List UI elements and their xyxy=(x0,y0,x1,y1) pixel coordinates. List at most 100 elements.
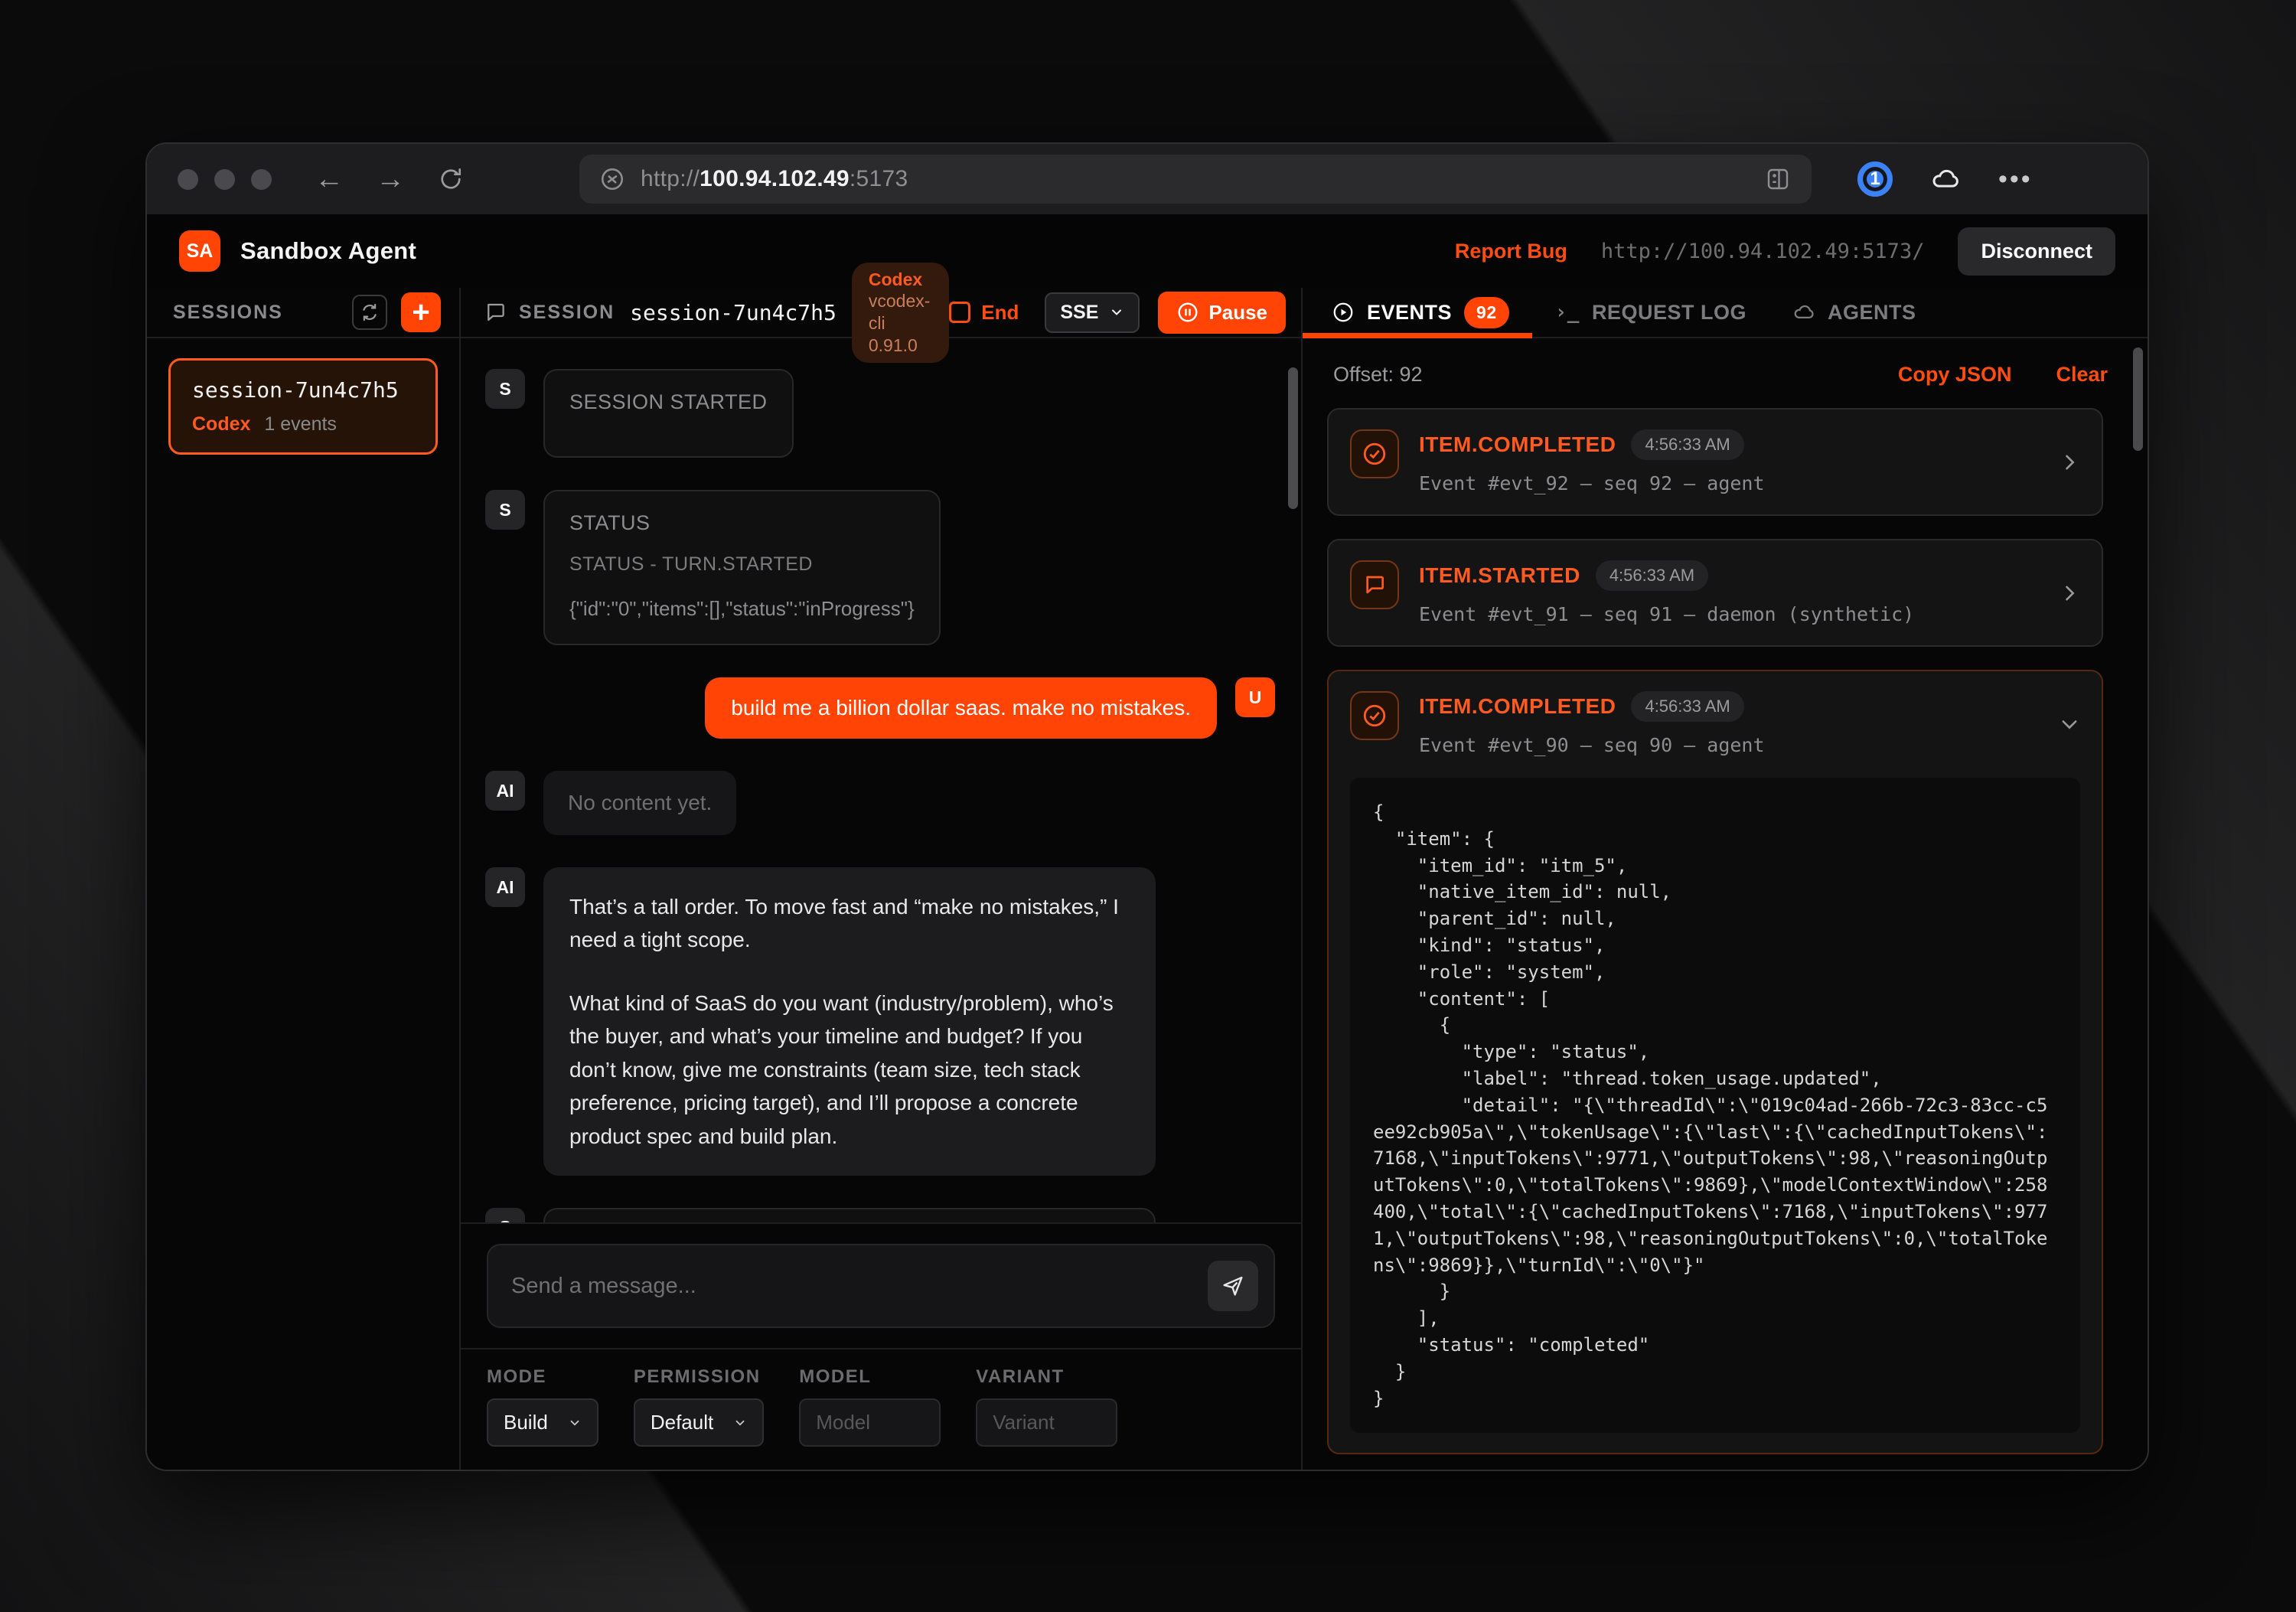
event-card[interactable]: ITEM.COMPLETED 4:56:33 AM Event #evt_92 … xyxy=(1327,408,2103,516)
chat-scrollbar[interactable] xyxy=(1288,367,1298,509)
system-avatar: S xyxy=(485,490,525,530)
system-message: S STATUS STATUS - TURN.STARTED {"id":"0"… xyxy=(485,490,1275,645)
event-card-expanded[interactable]: ITEM.COMPLETED 4:56:33 AM Event #evt_90 … xyxy=(1327,670,2103,1454)
event-meta: Event #evt_91 — seq 91 — daemon (synthet… xyxy=(1419,603,2047,625)
offset-label: Offset: 92 xyxy=(1333,363,1423,387)
send-button[interactable] xyxy=(1208,1261,1258,1311)
password-manager-icon[interactable]: 1 xyxy=(1857,162,1893,197)
sessions-sidebar: SESSIONS + session-7un4c7h5 Codex 1 even… xyxy=(147,288,461,1470)
message-list[interactable]: S SESSION STARTED S STATUS STATUS - TURN… xyxy=(461,338,1301,1222)
system-avatar: S xyxy=(485,1208,525,1222)
reload-icon xyxy=(437,165,465,193)
permission-label: PERMISSION xyxy=(634,1366,764,1388)
sidebar-toggle-icon[interactable] xyxy=(1764,165,1792,193)
message-bubble: STATUS STATUS - TURN.STARTED {"id":"0","… xyxy=(543,490,941,645)
variant-label: VARIANT xyxy=(976,1366,1117,1388)
ai-avatar: AI xyxy=(485,771,525,811)
url-text: http://100.94.102.49:5173 xyxy=(641,166,908,192)
transport-select[interactable]: SSE xyxy=(1045,292,1140,333)
message-input[interactable] xyxy=(511,1274,1208,1299)
event-time: 4:56:33 AM xyxy=(1631,429,1743,460)
message-bubble-icon xyxy=(1350,560,1399,609)
link-icon xyxy=(599,166,625,192)
ai-message: AI No content yet. xyxy=(485,771,1275,835)
check-circle-icon xyxy=(1350,429,1399,478)
play-circle-icon xyxy=(1332,301,1355,324)
session-header-label: SESSION xyxy=(519,302,615,324)
copy-json-button[interactable]: Copy JSON xyxy=(1898,363,2012,387)
end-checkbox[interactable] xyxy=(949,302,970,323)
end-toggle[interactable]: End xyxy=(949,301,1019,325)
tab-agents[interactable]: AGENTS xyxy=(1769,288,1939,337)
close-window-button[interactable] xyxy=(178,169,198,190)
event-time: 4:56:33 AM xyxy=(1631,691,1743,722)
event-card[interactable]: ITEM.STARTED 4:56:33 AM Event #evt_91 — … xyxy=(1327,539,2103,647)
user-avatar: U xyxy=(1235,677,1275,717)
end-label: End xyxy=(981,301,1019,325)
tab-request-log[interactable]: ›_ REQUEST LOG xyxy=(1532,288,1769,337)
minimize-window-button[interactable] xyxy=(214,169,235,190)
chevron-right-icon xyxy=(2059,452,2080,473)
forward-button[interactable]: → xyxy=(376,165,405,194)
new-session-button[interactable]: + xyxy=(401,292,441,332)
sessions-title: SESSIONS xyxy=(173,302,283,324)
connected-url: http://100.94.102.49:5173/ xyxy=(1601,240,1925,263)
cloud-icon[interactable] xyxy=(1928,164,1963,194)
message-bubble: SESSION STARTED xyxy=(543,369,794,458)
ai-avatar: AI xyxy=(485,867,525,907)
address-bar[interactable]: http://100.94.102.49:5173 xyxy=(579,155,1812,204)
app-title: Sandbox Agent xyxy=(240,237,416,265)
session-event-count: 1 events xyxy=(264,413,337,436)
zoom-window-button[interactable] xyxy=(251,169,272,190)
app-logo: SA xyxy=(179,230,220,272)
back-button[interactable]: ← xyxy=(315,165,344,194)
model-input[interactable] xyxy=(799,1398,941,1447)
browser-window: ← → http://100.94.102.49:5173 xyxy=(145,142,2149,1471)
pause-icon xyxy=(1176,301,1199,324)
event-meta: Event #evt_90 — seq 90 — agent xyxy=(1419,734,2047,756)
event-type: ITEM.COMPLETED xyxy=(1419,694,1616,719)
tab-events[interactable]: EVENTS 92 xyxy=(1303,288,1532,337)
events-panel: EVENTS 92 ›_ REQUEST LOG AGENTS xyxy=(1303,288,2148,1470)
event-payload: { "item": { "item_id": "itm_5", "native_… xyxy=(1350,778,2080,1433)
chevron-right-icon xyxy=(2059,582,2080,604)
message-bubble: No content yet. xyxy=(543,771,736,835)
events-scrollbar[interactable] xyxy=(2133,348,2143,451)
refresh-sessions-button[interactable] xyxy=(352,295,387,330)
reload-button[interactable] xyxy=(437,165,465,193)
send-icon xyxy=(1221,1274,1245,1298)
event-payload-json: { "item": { "item_id": "itm_5", "native_… xyxy=(1373,799,2057,1411)
session-list-item[interactable]: session-7un4c7h5 Codex 1 events xyxy=(168,358,438,455)
chevron-down-icon xyxy=(1109,305,1124,320)
report-bug-link[interactable]: Report Bug xyxy=(1455,240,1567,263)
events-tabs: EVENTS 92 ›_ REQUEST LOG AGENTS xyxy=(1303,288,2148,338)
variant-input[interactable] xyxy=(976,1398,1117,1447)
chevron-down-icon xyxy=(2059,713,2080,735)
event-list[interactable]: ITEM.COMPLETED 4:56:33 AM Event #evt_92 … xyxy=(1303,408,2148,1470)
browser-menu-icon[interactable]: ••• xyxy=(1998,165,2033,194)
desktop-background: ← → http://100.94.102.49:5173 xyxy=(0,0,2296,1612)
traffic-lights[interactable] xyxy=(178,169,272,190)
pause-button[interactable]: Pause xyxy=(1158,292,1286,334)
chevron-down-icon xyxy=(733,1416,747,1430)
session-icon xyxy=(484,301,507,324)
app-header: SA Sandbox Agent Report Bug http://100.9… xyxy=(147,214,2148,288)
system-message: S STATUS STATUS - THREAD.TOKEN_USAGE.UPD… xyxy=(485,1208,1275,1222)
session-panel: SESSION session-7un4c7h5 Codex vcodex-cl… xyxy=(461,288,1303,1470)
mode-select[interactable]: Build xyxy=(487,1398,598,1447)
session-header-name: session-7un4c7h5 xyxy=(630,300,837,325)
session-controls: MODE Build PERMISSION Default xyxy=(461,1348,1301,1470)
composer xyxy=(461,1222,1301,1348)
disconnect-button[interactable]: Disconnect xyxy=(1958,227,2115,276)
refresh-icon xyxy=(360,302,380,322)
message-bubble: STATUS STATUS - THREAD.TOKEN_USAGE.UPDAT… xyxy=(543,1208,1156,1222)
system-message: S SESSION STARTED xyxy=(485,369,1275,458)
terminal-icon: ›_ xyxy=(1555,301,1580,324)
permission-select[interactable]: Default xyxy=(634,1398,764,1447)
event-type: ITEM.STARTED xyxy=(1419,563,1580,588)
session-name: session-7un4c7h5 xyxy=(192,377,414,403)
event-time: 4:56:33 AM xyxy=(1596,560,1708,591)
user-message: build me a billion dollar saas. make no … xyxy=(485,677,1275,739)
clear-button[interactable]: Clear xyxy=(2056,363,2108,387)
check-circle-icon xyxy=(1350,691,1399,740)
